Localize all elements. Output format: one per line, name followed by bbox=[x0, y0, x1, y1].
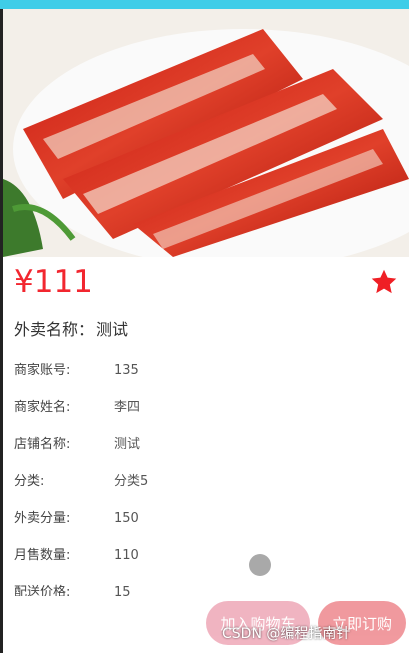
detail-value: 150 bbox=[114, 511, 139, 526]
detail-value: 110 bbox=[114, 548, 139, 563]
product-name-label: 外卖名称： bbox=[14, 320, 95, 339]
detail-row-shop-name: 店铺名称: 测试 bbox=[14, 434, 394, 471]
product-details-list: 商家账号: 135 商家姓名: 李四 店铺名称: 测试 分类: 分类5 外卖分量… bbox=[14, 360, 394, 596]
product-name-value: 测试 bbox=[96, 320, 129, 339]
detail-row-monthly-sales: 月售数量: 110 bbox=[14, 545, 394, 582]
detail-row-merchant-name: 商家姓名: 李四 bbox=[14, 397, 394, 434]
detail-label: 外卖分量: bbox=[14, 511, 71, 526]
detail-label: 月售数量: bbox=[14, 548, 71, 563]
product-name: 外卖名称： 测试 bbox=[14, 318, 128, 342]
detail-label: 分类: bbox=[14, 474, 45, 489]
detail-row-merchant-account: 商家账号: 135 bbox=[14, 360, 394, 397]
watermark: CSDN @编程指南针 bbox=[222, 626, 351, 642]
touch-indicator bbox=[249, 554, 271, 576]
detail-value: 李四 bbox=[114, 400, 141, 415]
detail-value: 测试 bbox=[114, 437, 141, 452]
detail-label: 商家账号: bbox=[14, 363, 71, 378]
detail-value: 分类5 bbox=[114, 474, 149, 489]
detail-label: 商家姓名: bbox=[14, 400, 71, 415]
product-price: ¥111 bbox=[14, 264, 93, 300]
detail-value: 15 bbox=[114, 585, 131, 596]
detail-row-category: 分类: 分类5 bbox=[14, 471, 394, 508]
detail-value: 135 bbox=[114, 363, 139, 378]
status-bar bbox=[0, 0, 409, 9]
star-icon[interactable] bbox=[370, 268, 398, 296]
detail-label: 店铺名称: bbox=[14, 437, 71, 452]
detail-label: 配送价格: bbox=[14, 585, 71, 596]
detail-row-portion: 外卖分量: 150 bbox=[14, 508, 394, 545]
detail-row-delivery-price: 配送价格: 15 bbox=[14, 582, 394, 596]
product-image bbox=[3, 9, 409, 257]
